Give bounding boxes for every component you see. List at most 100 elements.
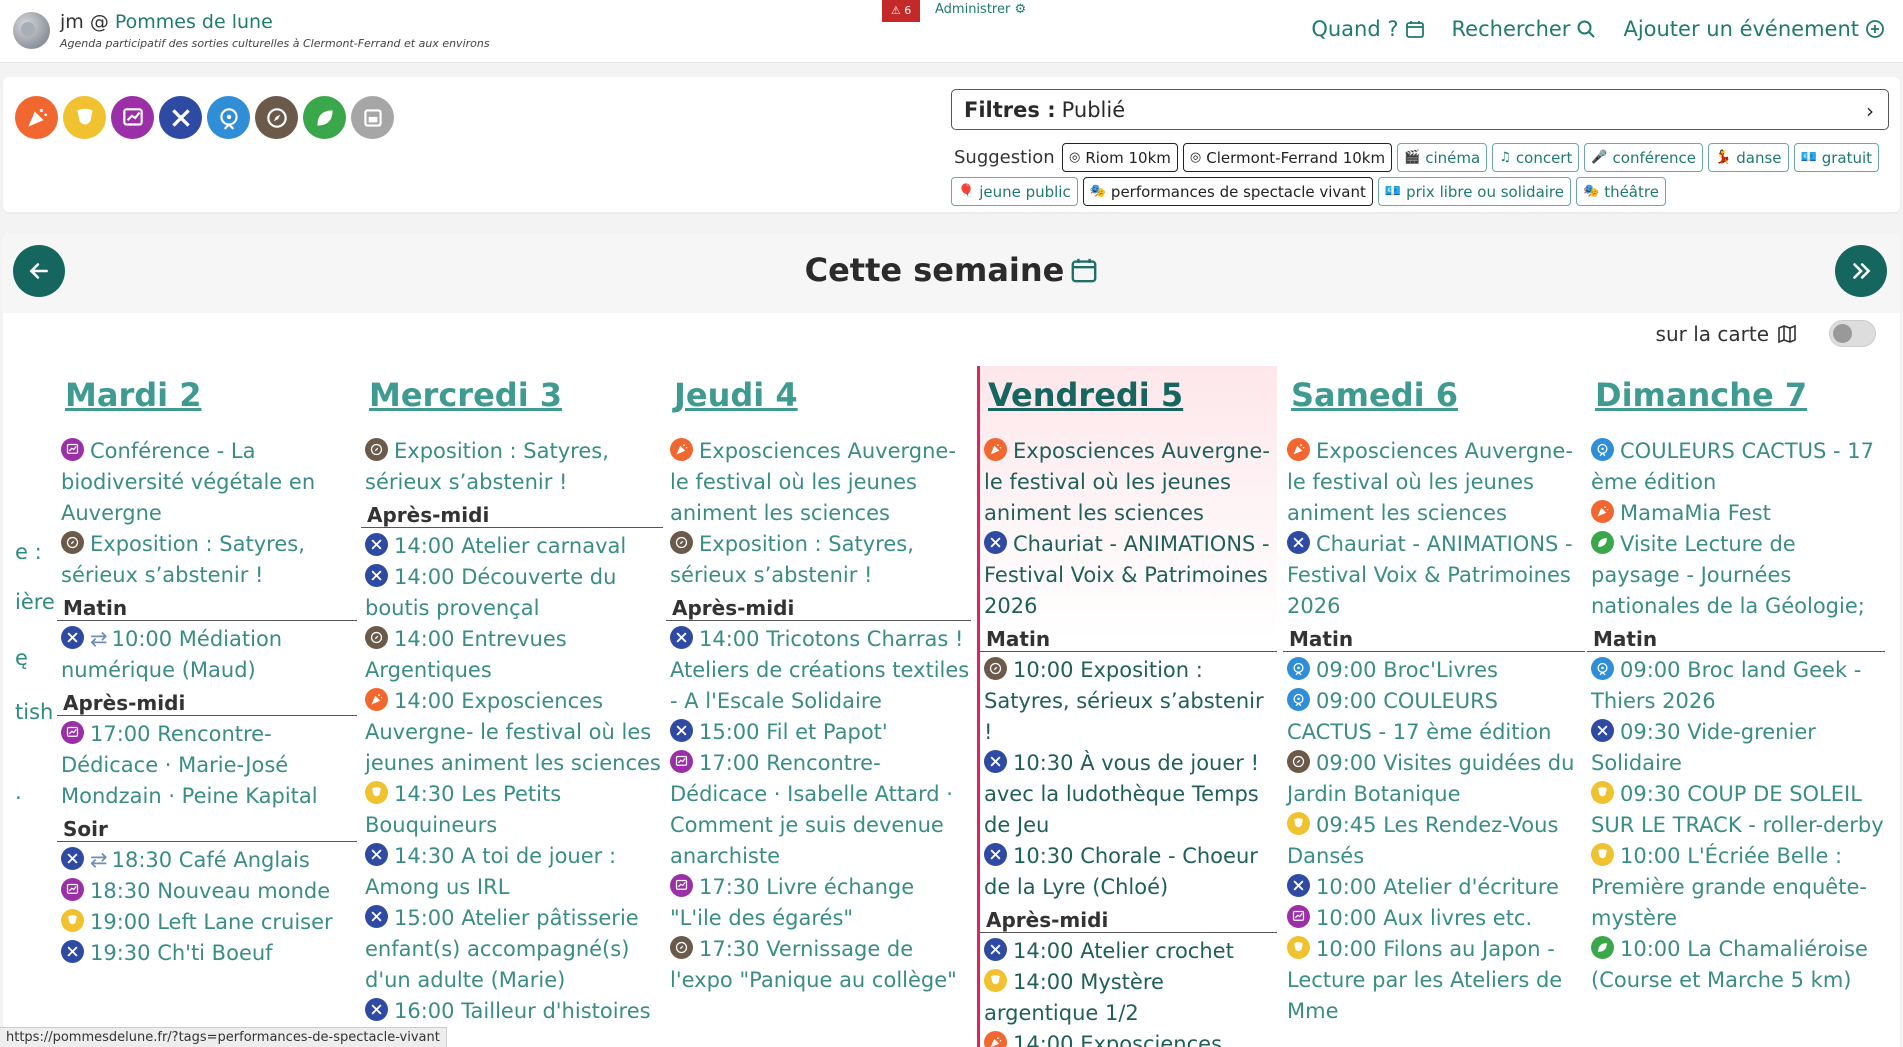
suggestion-chip[interactable]: 🎭 théâtre: [1576, 177, 1666, 206]
event-link[interactable]: ⇄ 10:00 Médiation numérique (Maud): [57, 624, 357, 686]
event-link[interactable]: 10:00 L'Écriée Belle : Première grande e…: [1587, 841, 1885, 934]
event-link[interactable]: 14:00 Atelier carnaval: [361, 531, 663, 562]
event-link[interactable]: 10:00 La Chamaliéroise (Course et Marche…: [1587, 934, 1885, 996]
event-link[interactable]: Exposition : Satyres, sérieux s’abstenir…: [57, 529, 357, 591]
site-name-link[interactable]: Pommes de lune: [115, 11, 273, 33]
site-logo[interactable]: [13, 12, 50, 49]
event-link[interactable]: 17:30 Vernissage de l'expo "Panique au c…: [666, 934, 971, 996]
clipped-event-fragment[interactable]: ę: [15, 646, 28, 670]
event-link[interactable]: MamaMia Fest: [1587, 498, 1885, 529]
event-link[interactable]: 15:00 Fil et Papot': [666, 717, 971, 748]
event-link[interactable]: 10:00 Atelier d'écriture: [1283, 872, 1585, 903]
event-link[interactable]: COULEURS CACTUS - 17 ème édition: [1587, 436, 1885, 498]
nav-when[interactable]: Quand ?: [1311, 17, 1424, 41]
map-toggle-switch[interactable]: [1829, 320, 1876, 347]
next-week-button[interactable]: [1835, 245, 1887, 297]
day-heading-link[interactable]: Samedi 6: [1291, 374, 1585, 416]
event-link[interactable]: 14:00 Entrevues Argentiques: [361, 624, 663, 686]
clipped-event-fragment[interactable]: tish: [15, 700, 53, 724]
event-link[interactable]: 09:30 Vide-grenier Solidaire: [1587, 717, 1885, 779]
admin-link[interactable]: Administrer ⚙: [935, 2, 1026, 17]
event-link[interactable]: 17:00 Rencontre-Dédicace · Isabelle Atta…: [666, 748, 971, 872]
suggestion-chip[interactable]: 💶 gratuit: [1793, 143, 1880, 172]
day-heading-link[interactable]: Dimanche 7: [1595, 374, 1885, 416]
category-autre-icon[interactable]: [351, 96, 394, 139]
calendar-icon[interactable]: [1070, 256, 1098, 284]
category-spectacle-icon[interactable]: [63, 96, 106, 139]
main-nav: Quand ? Rechercher Ajouter un événement: [1311, 17, 1885, 41]
event-link[interactable]: 14:30 Les Petits Bouquineurs: [361, 779, 663, 841]
nav-add-event[interactable]: Ajouter un événement: [1623, 17, 1885, 41]
category-atelier-icon: [984, 843, 1007, 866]
event-link[interactable]: 14:00 Atelier crochet: [980, 936, 1277, 967]
suggestion-chip[interactable]: 🎤 conférence: [1584, 143, 1704, 172]
clipped-event-fragment[interactable]: ière: [15, 590, 55, 614]
suggestion-chip[interactable]: ◎ Riom 10km: [1062, 143, 1178, 172]
event-link[interactable]: Exposition : Satyres, sérieux s’abstenir…: [361, 436, 663, 498]
event-link[interactable]: 17:30 Livre échange "L'ile des égarés": [666, 872, 971, 934]
warning-badge[interactable]: ⚠ 6: [882, 0, 920, 22]
event-link[interactable]: 09:00 Broc'Livres: [1283, 655, 1585, 686]
filters-dropdown[interactable]: Filtres : Publié ›: [951, 89, 1889, 130]
event-link[interactable]: 14:00 Mystère argentique 1/2: [980, 967, 1277, 1029]
day-heading-link[interactable]: Vendredi 5: [988, 374, 1277, 416]
category-atelier-icon: [365, 533, 388, 556]
chip-label: performances de spectacle vivant: [1110, 182, 1366, 201]
category-fete-icon[interactable]: [15, 96, 58, 139]
suggestion-chip[interactable]: 🎭 performances de spectacle vivant: [1082, 177, 1373, 206]
event-link[interactable]: Exposciences Auvergne- le festival où le…: [980, 436, 1277, 529]
event-link[interactable]: ⇄ 18:30 Café Anglais: [57, 845, 357, 876]
event-link[interactable]: Exposition : Satyres, sérieux s’abstenir…: [666, 529, 971, 591]
event-link[interactable]: 14:00 Exposciences: [980, 1029, 1277, 1047]
event-link[interactable]: Exposciences Auvergne- le festival où le…: [1283, 436, 1585, 529]
suggestion-chip[interactable]: 💃 danse: [1708, 143, 1789, 172]
event-link[interactable]: Visite Lecture de paysage - Journées nat…: [1587, 529, 1885, 622]
suggestion-chip[interactable]: 🎬 cinéma: [1397, 143, 1488, 172]
event-link[interactable]: 17:00 Rencontre-Dédicace · Marie-José Mo…: [57, 719, 357, 812]
event-link[interactable]: 10:00 Aux livres etc.: [1283, 903, 1585, 934]
event-link[interactable]: 19:30 Ch'ti Boeuf: [57, 938, 357, 969]
event-link[interactable]: Chauriat - ANIMATIONS - Festival Voix & …: [980, 529, 1277, 622]
event-title: 19:00 Left Lane cruiser: [90, 910, 333, 934]
event-link[interactable]: 09:00 COULEURS CACTUS - 17 ème édition: [1283, 686, 1585, 748]
category-nature-icon[interactable]: [303, 96, 346, 139]
nav-search[interactable]: Rechercher: [1452, 17, 1597, 41]
day-heading-link[interactable]: Mardi 2: [65, 374, 357, 416]
category-atelier-icon[interactable]: [159, 96, 202, 139]
category-icons: [15, 96, 394, 139]
day-heading-link[interactable]: Jeudi 4: [674, 374, 971, 416]
event-link[interactable]: 14:00 Tricotons Charras ! Ateliers de cr…: [666, 624, 971, 717]
event-link[interactable]: 10:00 Exposition : Satyres, sérieux s’ab…: [980, 655, 1277, 748]
suggestion-chip[interactable]: ♫ concert: [1492, 143, 1580, 172]
event-link[interactable]: 10:30 Chorale - Choeur de la Lyre (Chloé…: [980, 841, 1277, 903]
event-link[interactable]: 15:00 Atelier pâtisserie enfant(s) accom…: [361, 903, 663, 996]
event-link[interactable]: 10:00 Filons au Japon - Lecture par les …: [1283, 934, 1585, 1027]
event-link[interactable]: 09:45 Les Rendez-Vous Dansés: [1283, 810, 1585, 872]
event-link[interactable]: Conférence - La biodiversité végétale en…: [57, 436, 357, 529]
suggestion-chip[interactable]: ◎ Clermont-Ferrand 10km: [1182, 143, 1393, 172]
event-link[interactable]: 14:00 Exposciences Auvergne- le festival…: [361, 686, 663, 779]
event-link[interactable]: 09:00 Broc land Geek - Thiers 2026: [1587, 655, 1885, 717]
event-link[interactable]: 14:00 Découverte du boutis provençal: [361, 562, 663, 624]
suggestion-chip[interactable]: 🎈 jeune public: [951, 177, 1078, 206]
suggestion-chip[interactable]: 💶 prix libre ou solidaire: [1377, 177, 1571, 206]
event-link[interactable]: Exposciences Auvergne- le festival où le…: [666, 436, 971, 529]
category-exposition-icon[interactable]: [255, 96, 298, 139]
event-link[interactable]: 14:30 A toi de jouer : Among us IRL: [361, 841, 663, 903]
clipped-event-fragment[interactable]: e :: [15, 540, 42, 564]
event-link[interactable]: 19:00 Left Lane cruiser: [57, 907, 357, 938]
event-link[interactable]: 09:30 COUP DE SOLEIL SUR LE TRACK - roll…: [1587, 779, 1885, 841]
category-nature-icon: [1591, 531, 1614, 554]
clipped-event-fragment[interactable]: .: [15, 780, 22, 804]
event-link[interactable]: 18:30 Nouveau monde: [57, 876, 357, 907]
event-link[interactable]: 10:30 À vous de jouer ! avec la ludothèq…: [980, 748, 1277, 841]
event-link[interactable]: 09:00 Visites guidées du Jardin Botaniqu…: [1283, 748, 1585, 810]
filters-label: Filtres :: [964, 97, 1056, 122]
day-heading-link[interactable]: Mercredi 3: [369, 374, 663, 416]
event-link[interactable]: 16:00 Tailleur d'histoires: [361, 996, 663, 1027]
category-festival-icon[interactable]: [207, 96, 250, 139]
category-conference-icon[interactable]: [111, 96, 154, 139]
event-link[interactable]: Chauriat - ANIMATIONS - Festival Voix & …: [1283, 529, 1585, 622]
chip-label: concert: [1515, 148, 1573, 167]
warning-count: 6: [904, 4, 912, 17]
